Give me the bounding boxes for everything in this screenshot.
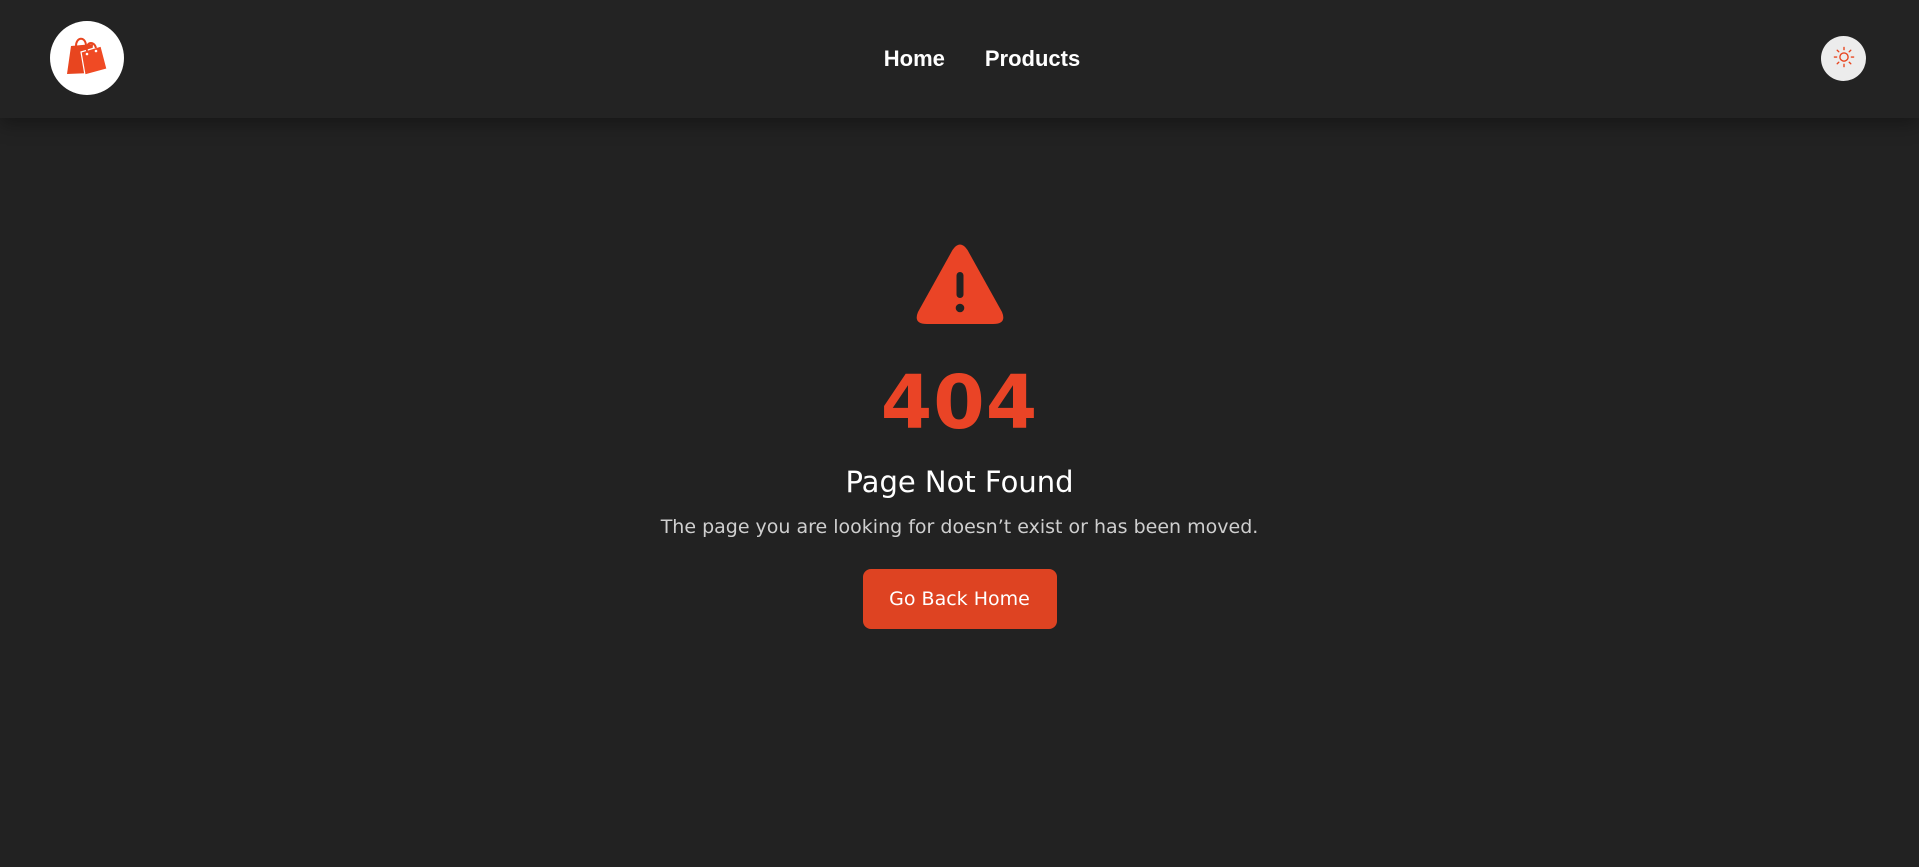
top-header: Home Products: [0, 0, 1919, 118]
go-back-home-button[interactable]: Go Back Home: [862, 569, 1057, 629]
error-title: Page Not Found: [845, 465, 1074, 499]
sun-icon: [1833, 46, 1855, 72]
error-message: The page you are looking for doesn’t exi…: [660, 516, 1259, 538]
theme-toggle-button[interactable]: [1821, 36, 1866, 81]
error-content: 404 Page Not Found The page you are look…: [0, 118, 1919, 867]
nav-home-link[interactable]: Home: [884, 45, 945, 73]
nav-products-link[interactable]: Products: [985, 45, 1080, 73]
warning-triangle-icon: [915, 244, 1005, 326]
main-nav: Home Products: [0, 45, 1919, 73]
error-code: 404: [880, 360, 1039, 446]
